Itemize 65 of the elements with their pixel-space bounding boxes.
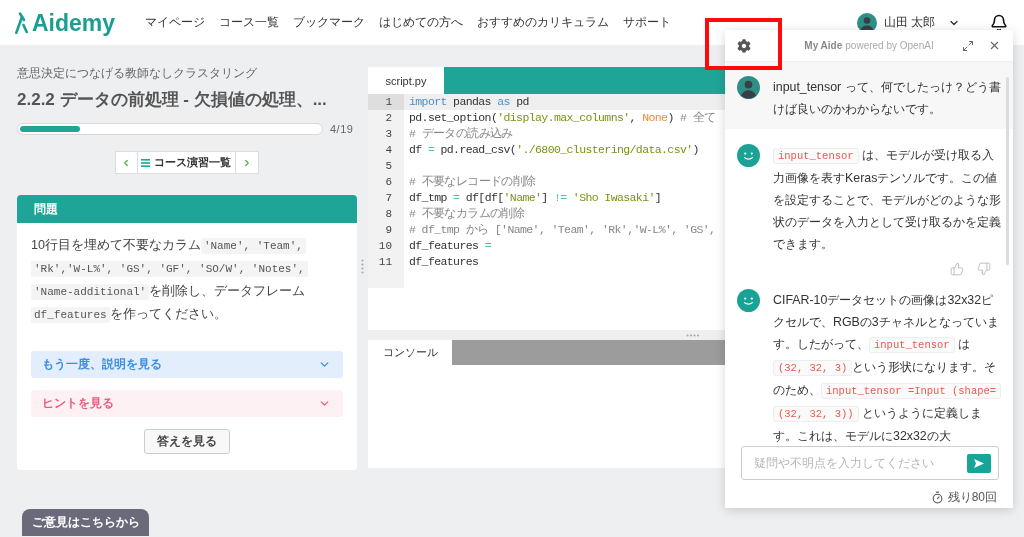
code-line: # df_tmp から ['Name', 'Team', 'Rk','W-L%', 'GS',: [408, 222, 717, 238]
drag-handle-icon[interactable]: [686, 333, 700, 337]
problem-heading: 問題: [17, 195, 357, 223]
panel-subtitle: powered by OpenAI: [845, 40, 934, 51]
list-icon: [141, 158, 150, 167]
close-icon[interactable]: [988, 39, 1001, 52]
settings-icon: [737, 38, 751, 53]
line-number: 1: [368, 94, 404, 110]
send-icon: [974, 459, 984, 468]
nav-link[interactable]: コース一覧: [219, 15, 280, 30]
line-number: 10: [377, 239, 393, 254]
message-text: input_tensor って、何でしたっけ？どう書けば良いのかわからないです。: [773, 79, 1001, 118]
line-number: 8: [384, 207, 393, 222]
send-button[interactable]: [967, 454, 991, 473]
scrollbar[interactable]: [1006, 77, 1009, 265]
line-number: 7: [384, 191, 393, 206]
file-tab[interactable]: script.py: [368, 67, 444, 94]
settings-button[interactable]: [737, 38, 751, 53]
code-editor[interactable]: [368, 94, 725, 330]
line-number: 5: [384, 159, 393, 174]
expand-icon[interactable]: [962, 39, 974, 52]
code-line: pd.set_option('display.max_columns', None) # 全て: [408, 110, 717, 126]
problem-text: 10行目を埋めて不要なカラム 'Name', 'Team', 'Rk','W-L%', 'GS', 'GF', 'SO/W', 'Notes', 'Name-additional' を削除し、データフレーム df_features を作ってください。: [31, 237, 309, 325]
chevron-left-icon: [121, 157, 131, 168]
nav-link[interactable]: ブックマーク: [293, 15, 366, 30]
feedback-button[interactable]: ご意見はこちらから: [22, 509, 149, 536]
panel-title: My Aide: [804, 40, 843, 51]
nav-link[interactable]: サポート: [623, 15, 672, 30]
code-line: df_tmp = df[df['Name'] != 'Sho Iwasaki']: [408, 190, 663, 206]
course-name: 意思決定につなげる教師なしクラスタリング: [17, 66, 258, 81]
user-avatar-icon: [737, 76, 760, 99]
line-number: 2: [384, 111, 393, 126]
code-line: df_features: [408, 254, 480, 270]
show-answer-button[interactable]: 答えを見る: [144, 429, 230, 454]
previous-button[interactable]: [114, 151, 138, 174]
progress-count: 4/19: [330, 123, 354, 135]
nav-link[interactable]: マイページ: [145, 15, 206, 30]
code-line: # データの読み込み: [408, 126, 514, 142]
smiley-icon: [737, 144, 760, 167]
user-name[interactable]: 山田 太郎: [883, 14, 935, 31]
line-number: 4: [384, 143, 393, 158]
timer-icon: [930, 491, 944, 504]
nav-link[interactable]: はじめての方へ: [379, 15, 464, 30]
bell-icon[interactable]: [990, 13, 1008, 32]
smiley-icon: [737, 289, 760, 312]
message-text: CIFAR-10データセットの画像は32x32ピクセルで、RGBの3チャネルとなっています。したがって、 input_tensor は (32, 32, 3) という形状になります。そのため、 input_tensor =Input (shape=(32, 32, 3)) というように定義します。これは、モデルに32x32の大: [773, 289, 1001, 446]
thumbs-down-icon[interactable]: [977, 262, 991, 276]
message-input[interactable]: 疑問や不明点を入力してください: [741, 446, 999, 480]
exercise-list-button[interactable]: コース演習一覧: [136, 151, 236, 174]
nav-link[interactable]: おすすめのカリキュラム: [477, 15, 610, 30]
line-number: 11: [377, 255, 393, 270]
console-tab[interactable]: コンソール: [368, 340, 452, 365]
next-button[interactable]: [234, 151, 259, 174]
remaining-count: 残り80回: [947, 489, 997, 506]
code-line: # 不要なカラムの削除: [408, 206, 526, 222]
thumbs-up-icon[interactable]: [950, 262, 964, 276]
line-number: 3: [384, 127, 393, 142]
lesson-title: 2.2.2 データの前処理 - 欠損値の処理、...: [17, 89, 328, 111]
message-text: input_tensor は、モデルが受け取る入力画像を表すKerasテンソルです。この値を設定することで、モデルがどのような形状のデータを入力として受け取るかを定義できます。: [773, 147, 1001, 253]
code-line: df = pd.read_csv('./6800_clustering/data.csv'): [408, 142, 700, 158]
line-number: 9: [384, 223, 393, 238]
code-line: # 不要なレコードの削除: [408, 174, 537, 190]
logo-mark-icon: [15, 11, 28, 34]
code-line: df_features =: [408, 238, 492, 254]
line-number: 6: [384, 175, 393, 190]
